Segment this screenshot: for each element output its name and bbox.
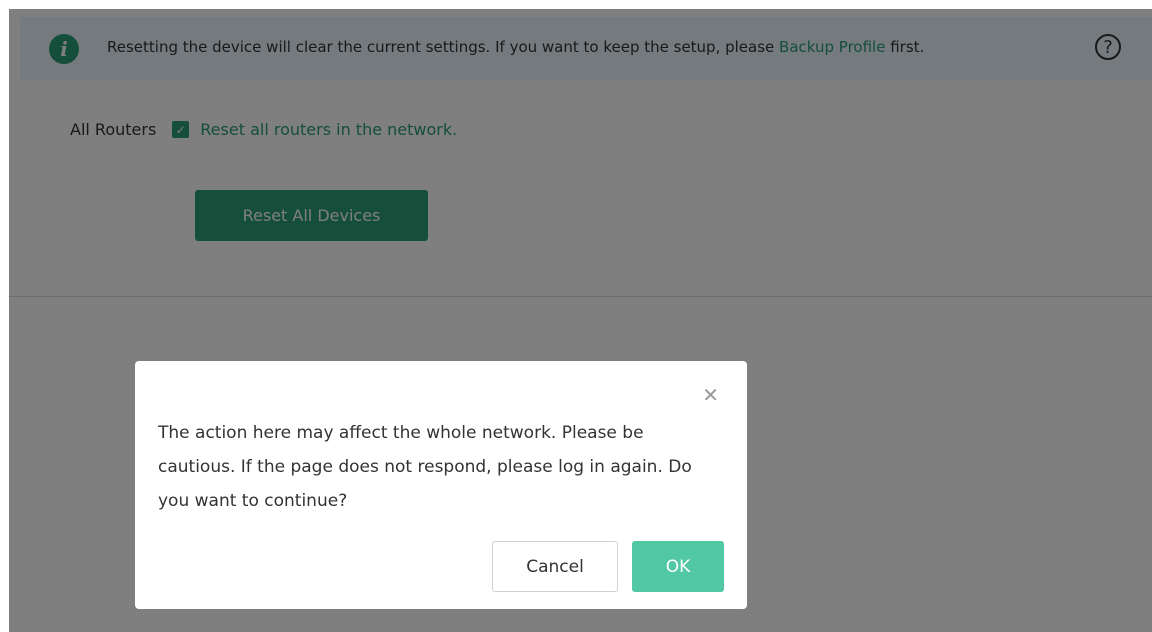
top-edge [0, 0, 1152, 9]
dialog-message: The action here may affect the whole net… [158, 423, 692, 511]
confirm-dialog: ✕ The action here may affect the whole n… [135, 361, 747, 609]
left-edge [0, 0, 9, 632]
close-icon[interactable]: ✕ [702, 385, 719, 405]
ok-button[interactable]: OK [632, 541, 724, 592]
cancel-button[interactable]: Cancel [492, 541, 618, 592]
